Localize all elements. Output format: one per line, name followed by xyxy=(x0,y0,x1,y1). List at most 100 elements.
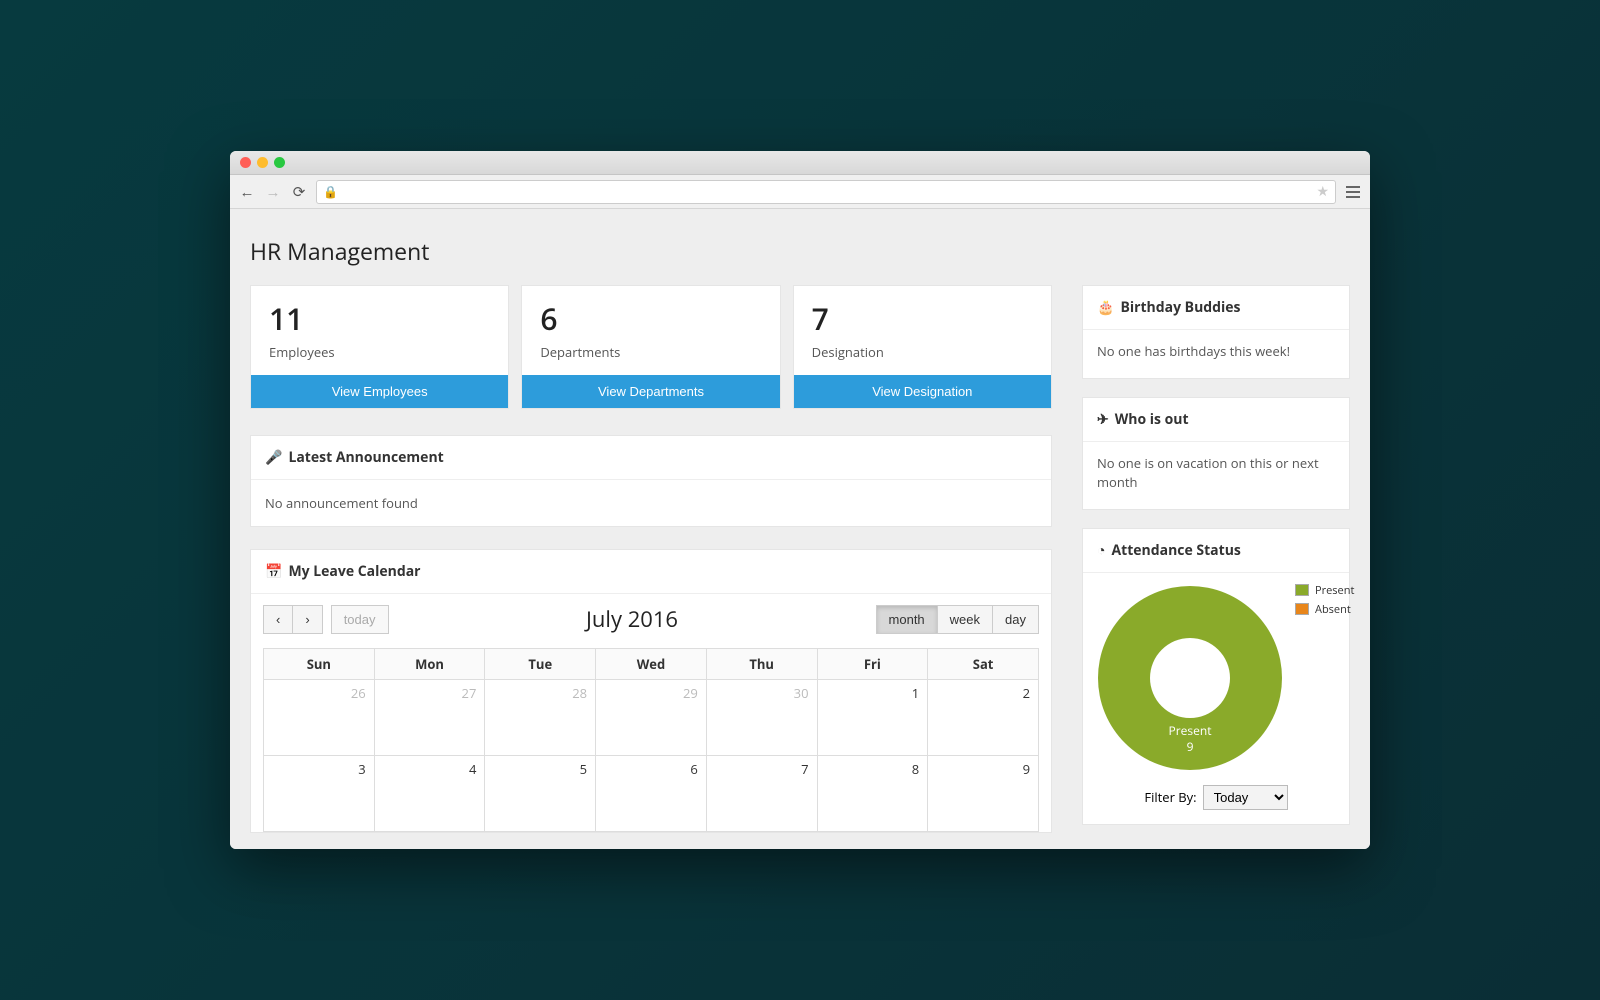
announcement-header: 🎤 Latest Announcement xyxy=(251,436,1051,480)
calendar-next-button[interactable]: › xyxy=(293,605,322,634)
calendar-view-week[interactable]: week xyxy=(938,605,993,634)
calendar-grid: Sun Mon Tue Wed Thu Fri Sat 262728293012… xyxy=(263,648,1039,832)
pie-chart-icon: ◔ xyxy=(1097,541,1105,560)
lock-icon: 🔒 xyxy=(323,183,338,200)
view-employees-button[interactable]: View Employees xyxy=(251,375,508,408)
calendar-day-cell[interactable]: 27 xyxy=(374,680,485,756)
calendar-day-cell[interactable]: 7 xyxy=(706,756,817,832)
legend-swatch-absent xyxy=(1295,603,1309,615)
legend-label-present: Present xyxy=(1315,583,1354,598)
calendar-day-cell[interactable]: 3 xyxy=(264,756,375,832)
reload-button[interactable]: ⟳ xyxy=(290,183,308,201)
attendance-filter-select[interactable]: Today xyxy=(1203,785,1288,810)
legend-present: Present xyxy=(1295,583,1354,598)
calendar-icon: 📅 xyxy=(265,562,282,581)
legend-label-absent: Absent xyxy=(1315,602,1351,617)
who-is-out-title: Who is out xyxy=(1115,410,1189,429)
day-header: Thu xyxy=(706,649,817,680)
stat-label: Employees xyxy=(269,343,490,361)
forward-button[interactable]: → xyxy=(264,183,282,201)
page-viewport: HR Management 11 Employees View Employee… xyxy=(230,209,1370,849)
calendar-day-cell[interactable]: 29 xyxy=(596,680,707,756)
birthday-title: Birthday Buddies xyxy=(1120,298,1240,317)
day-header: Fri xyxy=(817,649,928,680)
calendar-day-cell[interactable]: 4 xyxy=(374,756,485,832)
calendar-day-cell[interactable]: 1 xyxy=(817,680,928,756)
day-header: Sat xyxy=(928,649,1039,680)
birthday-icon: 🎂 xyxy=(1097,298,1114,317)
calendar-day-cell[interactable]: 9 xyxy=(928,756,1039,832)
birthday-panel: 🎂 Birthday Buddies No one has birthdays … xyxy=(1082,285,1350,379)
calendar-day-cell[interactable]: 5 xyxy=(485,756,596,832)
attendance-header: ◔ Attendance Status xyxy=(1083,529,1349,573)
day-header: Tue xyxy=(485,649,596,680)
page-title: HR Management xyxy=(250,235,1350,267)
minimize-window-button[interactable] xyxy=(257,157,268,168)
legend-swatch-present xyxy=(1295,584,1309,596)
stat-value: 6 xyxy=(540,302,761,335)
stat-card-employees: 11 Employees View Employees xyxy=(250,285,509,409)
day-header: Mon xyxy=(374,649,485,680)
calendar-title: My Leave Calendar xyxy=(288,562,420,581)
maximize-window-button[interactable] xyxy=(274,157,285,168)
calendar-header: 📅 My Leave Calendar xyxy=(251,550,1051,594)
main-column: 11 Employees View Employees 6 Department… xyxy=(250,285,1052,833)
announcement-body: No announcement found xyxy=(251,480,1051,526)
microphone-icon: 🎤 xyxy=(265,448,282,467)
calendar-month-label: July 2016 xyxy=(397,604,868,634)
calendar-day-cell[interactable]: 26 xyxy=(264,680,375,756)
attendance-chart-wrap: Present 9 Present Absent xyxy=(1083,573,1349,779)
stat-card-departments: 6 Departments View Departments xyxy=(521,285,780,409)
announcement-panel: 🎤 Latest Announcement No announcement fo… xyxy=(250,435,1052,527)
who-is-out-body: No one is on vacation on this or next mo… xyxy=(1083,442,1349,509)
attendance-filter-row: Filter By: Today xyxy=(1083,779,1349,824)
back-button[interactable]: ← xyxy=(238,183,256,201)
birthday-header: 🎂 Birthday Buddies xyxy=(1083,286,1349,330)
calendar-day-cell[interactable]: 2 xyxy=(928,680,1039,756)
stat-label: Departments xyxy=(540,343,761,361)
view-departments-button[interactable]: View Departments xyxy=(522,375,779,408)
calendar-day-cell[interactable]: 8 xyxy=(817,756,928,832)
bookmark-star-icon[interactable]: ★ xyxy=(1316,182,1329,201)
announcement-title: Latest Announcement xyxy=(288,448,443,467)
who-is-out-panel: ✈ Who is out No one is on vacation on th… xyxy=(1082,397,1350,510)
legend-absent: Absent xyxy=(1295,602,1354,617)
who-is-out-header: ✈ Who is out xyxy=(1083,398,1349,442)
calendar-view-day[interactable]: day xyxy=(993,605,1039,634)
calendar-view-month[interactable]: month xyxy=(876,605,938,634)
donut-center-value: 9 xyxy=(1187,738,1194,755)
attendance-donut-chart: Present 9 xyxy=(1095,583,1285,773)
stat-label: Designation xyxy=(812,343,1033,361)
browser-toolbar: ← → ⟳ 🔒 ★ xyxy=(230,175,1370,209)
donut-center-label: Present xyxy=(1169,722,1212,739)
calendar-view-group: month week day xyxy=(876,605,1039,634)
browser-window: ← → ⟳ 🔒 ★ HR Management 11 Employees Vie… xyxy=(230,151,1370,849)
stat-cards-row: 11 Employees View Employees 6 Department… xyxy=(250,285,1052,409)
calendar-today-button[interactable]: today xyxy=(331,605,389,634)
stat-card-designation: 7 Designation View Designation xyxy=(793,285,1052,409)
stat-value: 7 xyxy=(812,302,1033,335)
calendar-day-cell[interactable]: 28 xyxy=(485,680,596,756)
day-header: Wed xyxy=(596,649,707,680)
day-header: Sun xyxy=(264,649,375,680)
calendar-prev-button[interactable]: ‹ xyxy=(263,605,293,634)
calendar-day-cell[interactable]: 30 xyxy=(706,680,817,756)
content-row: 11 Employees View Employees 6 Department… xyxy=(250,285,1350,833)
browser-menu-button[interactable] xyxy=(1344,186,1362,198)
address-bar[interactable]: 🔒 ★ xyxy=(316,180,1336,204)
birthday-body: No one has birthdays this week! xyxy=(1083,330,1349,378)
filter-label: Filter By: xyxy=(1144,788,1196,806)
side-column: 🎂 Birthday Buddies No one has birthdays … xyxy=(1082,285,1350,833)
attendance-title: Attendance Status xyxy=(1111,541,1240,560)
paper-plane-icon: ✈ xyxy=(1097,410,1109,429)
attendance-legend: Present Absent xyxy=(1295,583,1354,621)
window-titlebar xyxy=(230,151,1370,175)
leave-calendar-panel: 📅 My Leave Calendar ‹ › today July 2016 … xyxy=(250,549,1052,833)
calendar-controls: ‹ › today July 2016 month week day xyxy=(251,594,1051,644)
calendar-day-cell[interactable]: 6 xyxy=(596,756,707,832)
stat-value: 11 xyxy=(269,302,490,335)
calendar-nav-group: ‹ › xyxy=(263,605,323,634)
close-window-button[interactable] xyxy=(240,157,251,168)
attendance-panel: ◔ Attendance Status Present 9 xyxy=(1082,528,1350,825)
view-designation-button[interactable]: View Designation xyxy=(794,375,1051,408)
